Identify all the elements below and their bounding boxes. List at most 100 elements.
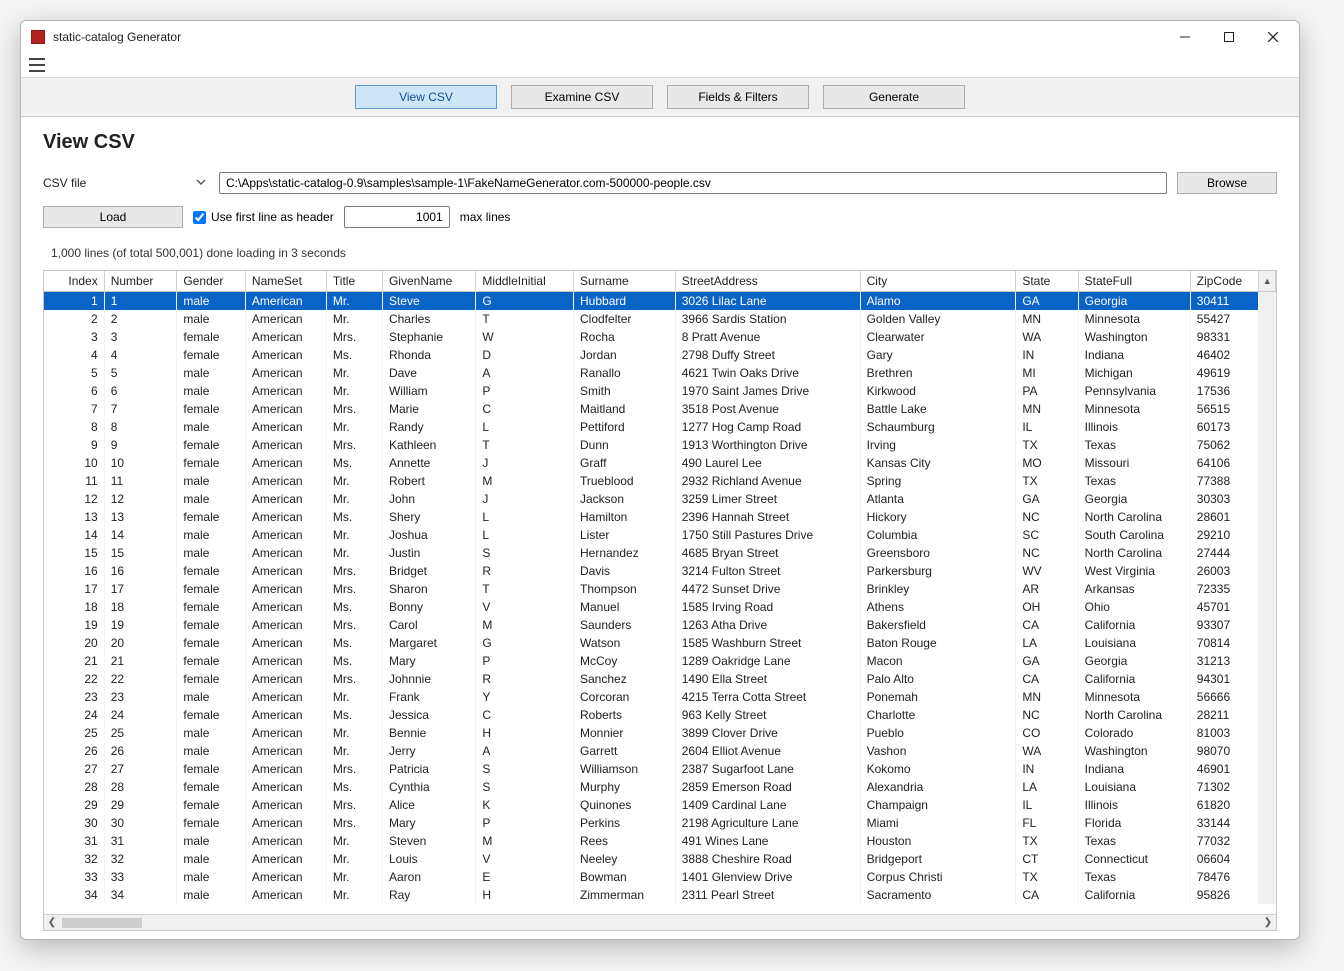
close-button[interactable] <box>1251 22 1295 52</box>
tab-examine-csv[interactable]: Examine CSV <box>511 85 653 109</box>
cell: female <box>177 652 246 670</box>
cell: 9 <box>104 436 177 454</box>
close-icon <box>1268 32 1278 42</box>
cell: Mrs. <box>326 670 382 688</box>
table-row[interactable]: 1919femaleAmericanMrs.CarolMSaunders1263… <box>44 616 1276 634</box>
cell: 13 <box>44 508 104 526</box>
cell: 10 <box>104 454 177 472</box>
load-button[interactable]: Load <box>43 206 183 228</box>
cell: 4 <box>44 346 104 364</box>
cell: 56666 <box>1190 688 1259 706</box>
scroll-thumb[interactable] <box>62 918 142 928</box>
column-header-zipcode[interactable]: ZipCode <box>1190 271 1259 292</box>
cell: Bridgeport <box>860 850 1016 868</box>
cell: 1585 Washburn Street <box>675 634 860 652</box>
cell: WA <box>1016 328 1078 346</box>
table-row[interactable]: 66maleAmericanMr.WilliamPSmith1970 Saint… <box>44 382 1276 400</box>
maximize-button[interactable] <box>1207 22 1251 52</box>
table-row[interactable]: 1313femaleAmericanMs.SheryLHamilton2396 … <box>44 508 1276 526</box>
table-row[interactable]: 3232maleAmericanMr.LouisVNeeley3888 Ches… <box>44 850 1276 868</box>
table-row[interactable]: 2121femaleAmericanMs.MaryPMcCoy1289 Oakr… <box>44 652 1276 670</box>
cell: female <box>177 778 246 796</box>
table-row[interactable]: 1111maleAmericanMr.RobertMTrueblood2932 … <box>44 472 1276 490</box>
scroll-up-arrow[interactable]: ▲ <box>1259 271 1276 292</box>
table-row[interactable]: 88maleAmericanMr.RandyLPettiford1277 Hog… <box>44 418 1276 436</box>
column-header-middleinitial[interactable]: MiddleInitial <box>476 271 574 292</box>
menu-button[interactable] <box>29 58 45 72</box>
column-header-givenname[interactable]: GivenName <box>382 271 475 292</box>
column-header-number[interactable]: Number <box>104 271 177 292</box>
cell: Rocha <box>574 328 676 346</box>
table-row[interactable]: 1515maleAmericanMr.JustinSHernandez4685 … <box>44 544 1276 562</box>
column-header-nameset[interactable]: NameSet <box>245 271 326 292</box>
table-row[interactable]: 3131maleAmericanMr.StevenMRees491 Wines … <box>44 832 1276 850</box>
cell: 3214 Fulton Street <box>675 562 860 580</box>
table-row[interactable]: 2323maleAmericanMr.FrankYCorcoran4215 Te… <box>44 688 1276 706</box>
table-row[interactable]: 11maleAmericanMr.SteveGHubbard3026 Lilac… <box>44 292 1276 310</box>
table-row[interactable]: 1717femaleAmericanMrs.SharonTThompson447… <box>44 580 1276 598</box>
csv-file-input[interactable] <box>219 172 1167 194</box>
table-row[interactable]: 1818femaleAmericanMs.BonnyVManuel1585 Ir… <box>44 598 1276 616</box>
column-header-statefull[interactable]: StateFull <box>1078 271 1190 292</box>
table-row[interactable]: 77femaleAmericanMrs.MarieCMaitland3518 P… <box>44 400 1276 418</box>
cell: female <box>177 580 246 598</box>
table-row[interactable]: 55maleAmericanMr.DaveARanallo4621 Twin O… <box>44 364 1276 382</box>
column-header-title[interactable]: Title <box>326 271 382 292</box>
table-row[interactable]: 1414maleAmericanMr.JoshuaLLister1750 Sti… <box>44 526 1276 544</box>
use-first-line-input[interactable] <box>193 211 206 224</box>
table-row[interactable]: 2020femaleAmericanMs.MargaretGWatson1585… <box>44 634 1276 652</box>
table-row[interactable]: 2727femaleAmericanMrs.PatriciaSWilliamso… <box>44 760 1276 778</box>
table-row[interactable]: 33femaleAmericanMrs.StephanieWRocha8 Pra… <box>44 328 1276 346</box>
column-header-gender[interactable]: Gender <box>177 271 246 292</box>
table-row[interactable]: 2222femaleAmericanMrs.JohnnieRSanchez149… <box>44 670 1276 688</box>
table-row[interactable]: 1212maleAmericanMr.JohnJJackson3259 Lime… <box>44 490 1276 508</box>
horizontal-scrollbar[interactable]: ❮ ❯ <box>44 914 1276 930</box>
table-row[interactable]: 2929femaleAmericanMrs.AliceKQuinones1409… <box>44 796 1276 814</box>
cell: 12 <box>104 490 177 508</box>
column-header-city[interactable]: City <box>860 271 1016 292</box>
use-first-line-checkbox[interactable]: Use first line as header <box>193 210 334 224</box>
table-row[interactable]: 99femaleAmericanMrs.KathleenTDunn1913 Wo… <box>44 436 1276 454</box>
table-row[interactable]: 2525maleAmericanMr.BennieHMonnier3899 Cl… <box>44 724 1276 742</box>
window-title: static-catalog Generator <box>53 30 181 44</box>
table-row[interactable]: 44femaleAmericanMs.RhondaDJordan2798 Duf… <box>44 346 1276 364</box>
table-row[interactable]: 2828femaleAmericanMs.CynthiaSMurphy2859 … <box>44 778 1276 796</box>
cell: American <box>245 724 326 742</box>
cell: 21 <box>104 652 177 670</box>
tab-generate[interactable]: Generate <box>823 85 965 109</box>
table-row[interactable]: 2424femaleAmericanMs.JessicaCRoberts963 … <box>44 706 1276 724</box>
cell: CA <box>1016 616 1078 634</box>
cell: IL <box>1016 796 1078 814</box>
tab-view-csv[interactable]: View CSV <box>355 85 497 109</box>
column-header-surname[interactable]: Surname <box>574 271 676 292</box>
table-row[interactable]: 3333maleAmericanMr.AaronEBowman1401 Glen… <box>44 868 1276 886</box>
table-row[interactable]: 2626maleAmericanMr.JerryAGarrett2604 Ell… <box>44 742 1276 760</box>
cell: T <box>476 436 574 454</box>
table-row[interactable]: 1010femaleAmericanMs.AnnetteJGraff490 La… <box>44 454 1276 472</box>
column-header-streetaddress[interactable]: StreetAddress <box>675 271 860 292</box>
cell: NC <box>1016 508 1078 526</box>
tab-fields-filters[interactable]: Fields & Filters <box>667 85 809 109</box>
column-header-index[interactable]: Index <box>44 271 104 292</box>
cell: Mrs. <box>326 436 382 454</box>
cell: 2932 Richland Avenue <box>675 472 860 490</box>
column-header-state[interactable]: State <box>1016 271 1078 292</box>
browse-button[interactable]: Browse <box>1177 172 1277 194</box>
max-lines-input[interactable] <box>344 206 450 228</box>
table-row[interactable]: 1616femaleAmericanMrs.BridgetRDavis3214 … <box>44 562 1276 580</box>
cell: 28211 <box>1190 706 1259 724</box>
table-row[interactable]: 3434maleAmericanMr.RayHZimmerman2311 Pea… <box>44 886 1276 904</box>
table-row[interactable]: 3030femaleAmericanMrs.MaryPPerkins2198 A… <box>44 814 1276 832</box>
cell: Ms. <box>326 508 382 526</box>
expand-toggle[interactable] <box>193 176 209 190</box>
minimize-button[interactable] <box>1163 22 1207 52</box>
scroll-right-arrow[interactable]: ❯ <box>1260 917 1276 928</box>
scroll-gutter <box>1259 670 1276 688</box>
cell: Trueblood <box>574 472 676 490</box>
cell: Ms. <box>326 346 382 364</box>
csv-table[interactable]: IndexNumberGenderNameSetTitleGivenNameMi… <box>44 271 1276 904</box>
cell: CT <box>1016 850 1078 868</box>
scroll-left-arrow[interactable]: ❮ <box>44 917 60 928</box>
cell: Cynthia <box>382 778 475 796</box>
table-row[interactable]: 22maleAmericanMr.CharlesTClodfelter3966 … <box>44 310 1276 328</box>
